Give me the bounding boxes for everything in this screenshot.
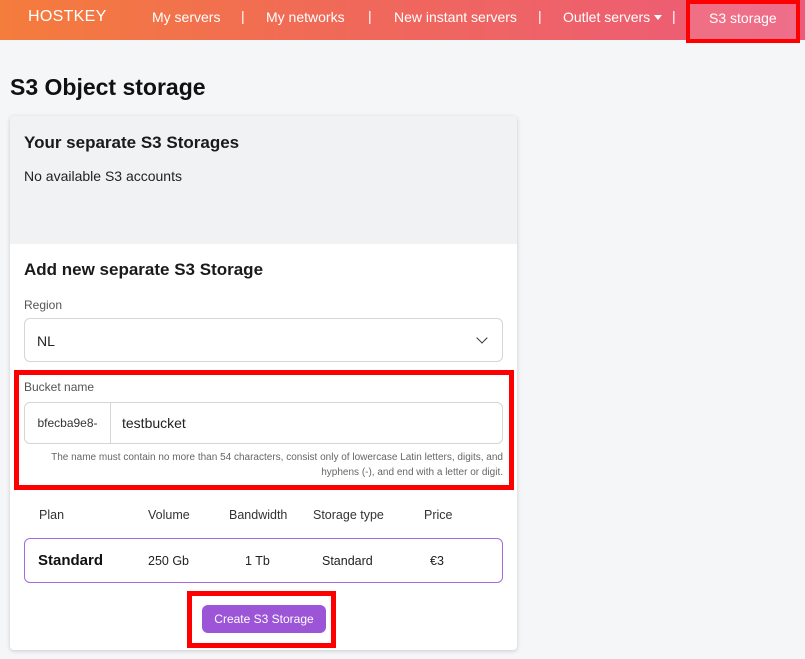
bucket-name-input[interactable] (111, 403, 502, 443)
nav-separator: | (241, 8, 245, 24)
header-plan: Plan (39, 508, 65, 522)
nav-s3-storage[interactable]: S3 storage (686, 0, 800, 43)
bucket-prefix: bfecba9e8- (25, 403, 111, 443)
nav-s3-storage-label: S3 storage (709, 10, 777, 26)
plan-volume: 250 Gb (148, 554, 190, 568)
header-bandwidth: Bandwidth (229, 508, 288, 522)
bucket-name-hint: The name must contain no more than 54 ch… (51, 452, 503, 478)
header-storage-type: Storage type (313, 508, 384, 522)
nav-my-networks[interactable]: My networks (266, 9, 345, 25)
top-navbar: HOSTKEY My servers | My networks | New i… (0, 0, 805, 43)
header-price: Price (424, 508, 453, 522)
create-button-highlight: Create S3 Storage (187, 591, 336, 648)
plan-price: €3 (430, 554, 444, 568)
add-storage-title: Add new separate S3 Storage (24, 260, 264, 279)
s3-card: Your separate S3 Storages No available S… (10, 116, 517, 650)
no-accounts-text: No available S3 accounts (24, 168, 182, 184)
nav-new-instant-servers[interactable]: New instant servers (394, 9, 517, 25)
page-title: S3 Object storage (10, 74, 206, 100)
bucket-name-label: Bucket name (24, 380, 95, 394)
nav-separator: | (538, 8, 542, 24)
bucket-name-section: Bucket name bfecba9e8- The name must con… (14, 370, 514, 490)
region-label: Region (24, 298, 63, 312)
nav-separator: | (368, 8, 372, 24)
plan-name: Standard (38, 552, 104, 569)
create-s3-storage-button[interactable]: Create S3 Storage (202, 605, 326, 633)
brand-logo[interactable]: HOSTKEY (28, 8, 107, 26)
plan-bandwidth: 1 Tb (245, 554, 270, 568)
nav-outlet-servers-label: Outlet servers (563, 9, 651, 25)
region-value: NL (37, 333, 55, 349)
nav-outlet-servers[interactable]: Outlet servers (563, 9, 663, 25)
bucket-name-group: bfecba9e8- (24, 402, 503, 444)
existing-storages-title: Your separate S3 Storages (24, 133, 240, 152)
existing-storages-section: Your separate S3 Storages No available S… (10, 116, 517, 244)
region-select[interactable]: NL (24, 318, 503, 362)
caret-down-icon (654, 14, 663, 20)
header-volume: Volume (148, 508, 190, 522)
plan-storage-type: Standard (322, 554, 373, 568)
nav-separator: | (672, 8, 676, 24)
chevron-down-icon (476, 332, 488, 344)
nav-my-servers[interactable]: My servers (152, 9, 220, 25)
plan-row-standard[interactable]: Standard 250 Gb 1 Tb Standard €3 (24, 538, 503, 583)
